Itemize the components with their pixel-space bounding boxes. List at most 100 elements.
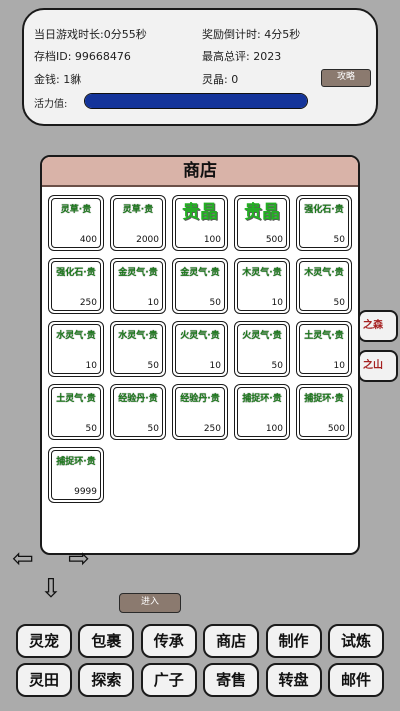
status-panel: 当日游戏时长:0分55秒 奖励倒计时: 4分5秒 存档ID: 99668476 … <box>22 8 378 126</box>
side-tab-mountain[interactable]: 之山 <box>358 350 398 382</box>
shop-item-name: 捕捉环·贵 <box>304 394 344 404</box>
shop-item[interactable]: 贵晶 500 <box>234 195 290 251</box>
shop-item-name: 木灵气·贵 <box>242 268 282 278</box>
shop-item-name: 金灵气·贵 <box>180 268 220 278</box>
shop-item-name: 贵晶 <box>244 202 280 223</box>
shop-item-frame: 水灵气·贵 50 <box>113 324 163 374</box>
shop-item[interactable]: 火灵气·贵 50 <box>234 321 290 377</box>
nav-trial-button[interactable]: 试炼 <box>327 624 384 658</box>
shop-item-name: 灵草·贵 <box>60 205 92 215</box>
shop-item[interactable]: 灵草·贵 2000 <box>110 195 166 251</box>
left-arrow-icon[interactable]: ⇦ <box>12 546 34 572</box>
high-score: 最高总评: 2023 <box>202 50 282 63</box>
shop-item-count: 2000 <box>136 235 159 245</box>
nav-row-1: 灵宠 包裹 传承 商店 制作 试炼 <box>16 624 384 658</box>
shop-dialog: 商店 灵草·贵 400 灵草·贵 2000 贵晶 100 贵晶 500 强化石·贵 50 强化石·贵… <box>40 155 360 555</box>
shop-item[interactable]: 水灵气·贵 50 <box>110 321 166 377</box>
shop-item[interactable]: 土灵气·贵 50 <box>48 384 104 440</box>
shop-item-count: 250 <box>203 424 221 434</box>
shop-item-name: 灵草·贵 <box>122 205 154 215</box>
shop-item-frame: 强化石·贵 50 <box>299 198 349 248</box>
shop-item-count: 500 <box>265 235 283 245</box>
shop-item-name: 土灵气·贵 <box>304 331 344 341</box>
strategy-button[interactable]: 攻略 <box>321 69 371 87</box>
shop-item[interactable]: 强化石·贵 250 <box>48 258 104 314</box>
shop-item-count: 400 <box>79 235 97 245</box>
nav-wheel-button[interactable]: 转盘 <box>265 663 322 697</box>
shop-item[interactable]: 水灵气·贵 10 <box>48 321 104 377</box>
shop-item-name: 水灵气·贵 <box>118 331 158 341</box>
shop-item-name: 金灵气·贵 <box>118 268 158 278</box>
shop-item-frame: 火灵气·贵 10 <box>175 324 225 374</box>
nav-ads-button[interactable]: 广子 <box>140 663 197 697</box>
shop-item-count: 9999 <box>74 487 97 497</box>
shop-item-name: 捕捉环·贵 <box>56 457 96 467</box>
nav-inherit-button[interactable]: 传承 <box>140 624 197 658</box>
shop-item-count: 50 <box>85 424 97 434</box>
down-arrow-icon[interactable]: ⇩ <box>40 576 62 602</box>
shop-item-count: 10 <box>209 361 221 371</box>
shop-item[interactable]: 木灵气·贵 50 <box>296 258 352 314</box>
shop-item-count: 10 <box>271 298 283 308</box>
shop-item-name: 强化石·贵 <box>56 268 96 278</box>
shop-item-name: 土灵气·贵 <box>56 394 96 404</box>
shop-item-count: 50 <box>333 298 345 308</box>
nav-field-button[interactable]: 灵田 <box>16 663 72 697</box>
shop-item-name: 捕捉环·贵 <box>242 394 282 404</box>
shop-item[interactable]: 贵晶 100 <box>172 195 228 251</box>
nav-consign-button[interactable]: 寄售 <box>203 663 260 697</box>
shop-item-frame: 捕捉环·贵 9999 <box>51 450 101 500</box>
shop-item[interactable]: 捕捉环·贵 500 <box>296 384 352 440</box>
shop-item-count: 10 <box>333 361 345 371</box>
shop-item-frame: 经验丹·贵 50 <box>113 387 163 437</box>
shop-item[interactable]: 金灵气·贵 10 <box>110 258 166 314</box>
shop-item-frame: 贵晶 100 <box>175 198 225 248</box>
shop-item-frame: 金灵气·贵 50 <box>175 261 225 311</box>
shop-item[interactable]: 木灵气·贵 10 <box>234 258 290 314</box>
side-tab-forest[interactable]: 之森 <box>358 310 398 342</box>
shop-item[interactable]: 金灵气·贵 50 <box>172 258 228 314</box>
shop-item[interactable]: 火灵气·贵 10 <box>172 321 228 377</box>
shop-item-name: 木灵气·贵 <box>304 268 344 278</box>
shop-item[interactable]: 经验丹·贵 50 <box>110 384 166 440</box>
play-time: 当日游戏时长:0分55秒 <box>34 28 147 41</box>
shop-item-count: 10 <box>85 361 97 371</box>
shop-item-name: 经验丹·贵 <box>118 394 158 404</box>
shop-item[interactable]: 捕捉环·贵 9999 <box>48 447 104 503</box>
shop-item-grid: 灵草·贵 400 灵草·贵 2000 贵晶 100 贵晶 500 强化石·贵 50 强化石·贵 250… <box>48 195 358 503</box>
shop-item-frame: 土灵气·贵 50 <box>51 387 101 437</box>
shop-item-frame: 捕捉环·贵 500 <box>299 387 349 437</box>
shop-item-name: 火灵气·贵 <box>180 331 220 341</box>
shop-item[interactable]: 捕捉环·贵 100 <box>234 384 290 440</box>
shop-item-frame: 火灵气·贵 50 <box>237 324 287 374</box>
shop-item-count: 500 <box>327 424 345 434</box>
nav-mail-button[interactable]: 邮件 <box>327 663 384 697</box>
shop-item-frame: 木灵气·贵 50 <box>299 261 349 311</box>
shop-item-count: 50 <box>147 424 159 434</box>
shop-item-count: 250 <box>79 298 97 308</box>
shop-item-name: 水灵气·贵 <box>56 331 96 341</box>
shop-item-frame: 贵晶 500 <box>237 198 287 248</box>
right-arrow-icon[interactable]: ⇨ <box>68 546 90 572</box>
nav-explore-button[interactable]: 探索 <box>78 663 135 697</box>
nav-pet-button[interactable]: 灵宠 <box>16 624 72 658</box>
nav-craft-button[interactable]: 制作 <box>265 624 322 658</box>
shop-item[interactable]: 灵草·贵 400 <box>48 195 104 251</box>
enter-button[interactable]: 进入 <box>119 593 181 613</box>
money: 金钱: 1貅 <box>34 73 82 86</box>
shop-item-name: 强化石·贵 <box>304 205 344 215</box>
vitality-fill <box>85 94 307 108</box>
shop-item-frame: 木灵气·贵 10 <box>237 261 287 311</box>
shop-item[interactable]: 土灵气·贵 10 <box>296 321 352 377</box>
shop-item-count: 50 <box>209 298 221 308</box>
spirit-crystal: 灵晶: 0 <box>202 73 239 86</box>
shop-item-count: 50 <box>333 235 345 245</box>
nav-shop-button[interactable]: 商店 <box>203 624 260 658</box>
nav-bag-button[interactable]: 包裹 <box>78 624 135 658</box>
shop-item-count: 100 <box>203 235 221 245</box>
shop-item-frame: 灵草·贵 2000 <box>113 198 163 248</box>
shop-item[interactable]: 强化石·贵 50 <box>296 195 352 251</box>
shop-item-name: 贵晶 <box>182 202 218 223</box>
shop-item[interactable]: 经验丹·贵 250 <box>172 384 228 440</box>
shop-item-frame: 经验丹·贵 250 <box>175 387 225 437</box>
